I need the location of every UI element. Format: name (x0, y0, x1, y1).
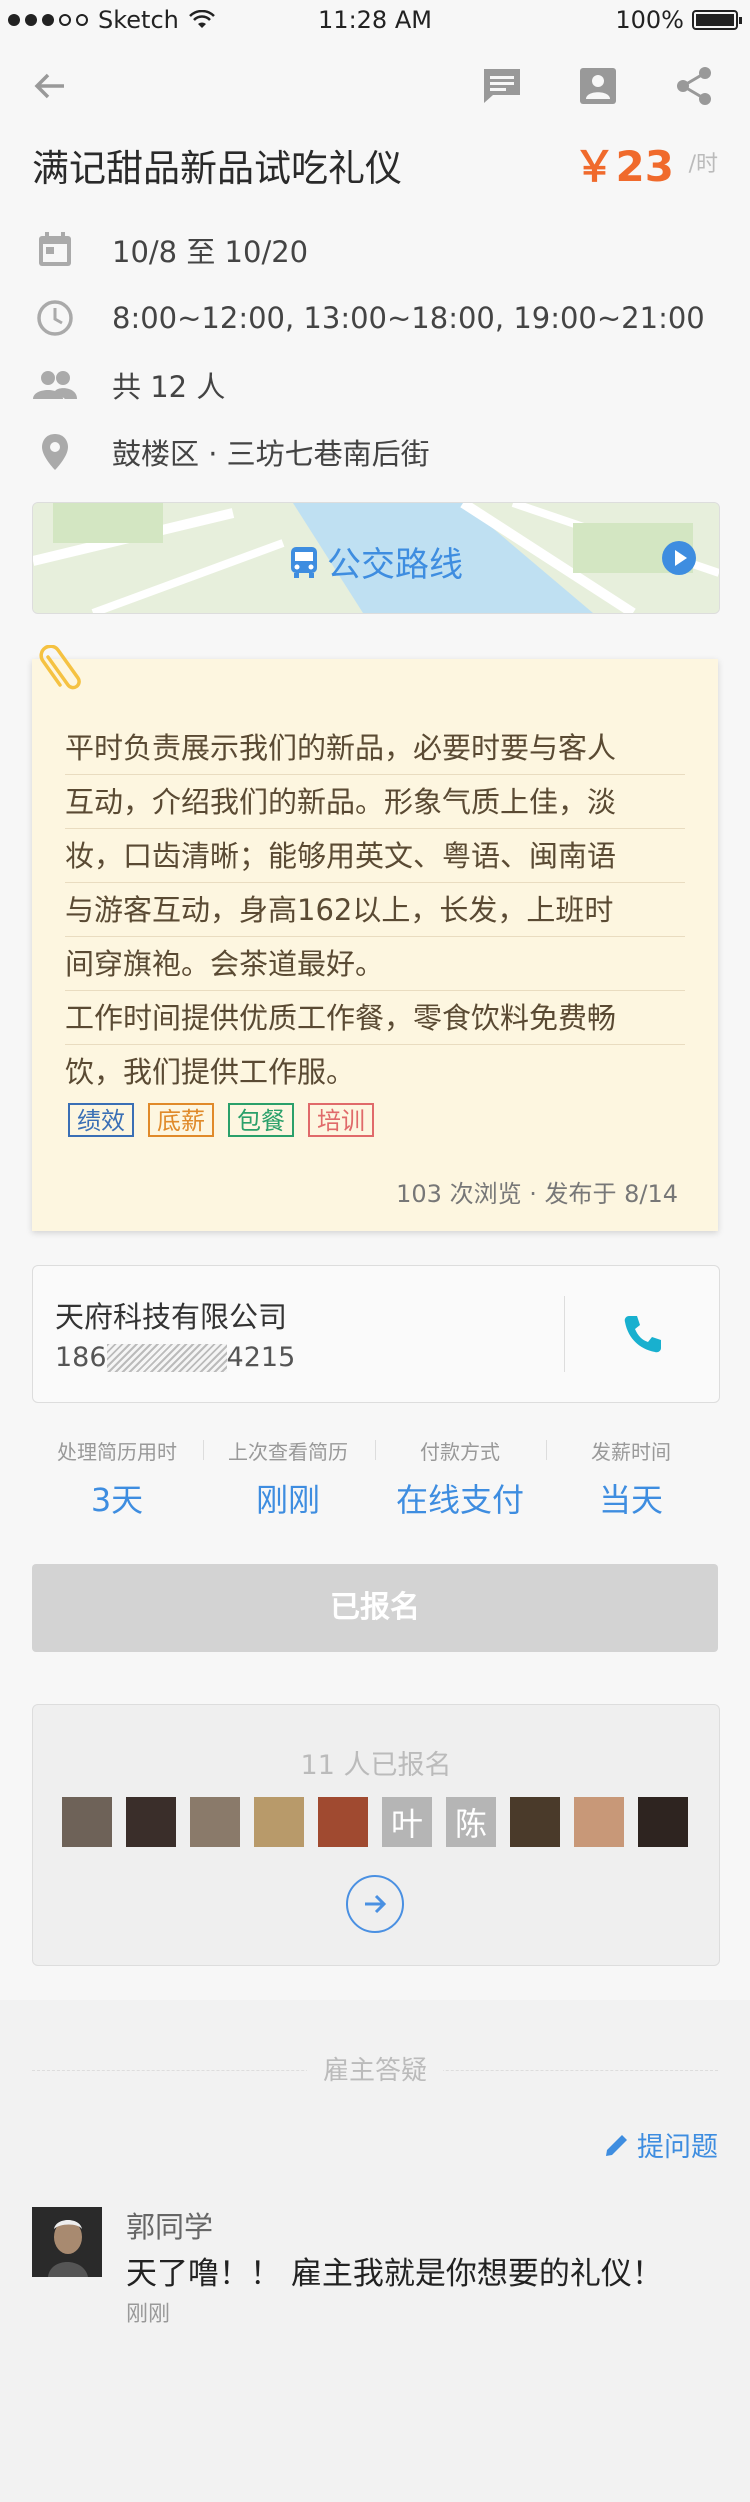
avatar[interactable] (254, 1797, 304, 1847)
back-icon[interactable] (22, 58, 78, 114)
people-icon (32, 362, 78, 408)
phone-suffix: 4215 (226, 1342, 296, 1373)
date-row: 10/8 至 10/20 (32, 226, 308, 274)
applicant-count: 11 人已报名 (300, 1750, 452, 1781)
stat-value: 3天 (90, 1481, 144, 1519)
tag: 底薪 (148, 1103, 214, 1137)
applied-button[interactable]: 已报名 (32, 1564, 718, 1652)
description-line: 间穿旗袍。会茶道最好。 (65, 937, 685, 991)
status-right: 100% (615, 6, 742, 34)
location-row: 鼓楼区 · 三坊七巷南后街 (32, 428, 430, 476)
date-range: 10/8 至 10/20 (112, 235, 309, 269)
stat-label: 处理简历用时 (57, 1440, 177, 1464)
qa-title-text: 雇主答疑 (306, 2056, 443, 2086)
ask-question-label: 提问题 (637, 2132, 718, 2163)
avatar[interactable] (318, 1797, 368, 1847)
company-card: 天府科技有限公司 186 4215 (32, 1265, 720, 1403)
description-line: 工作时间提供优质工作餐，零食饮料免费畅 (65, 991, 685, 1045)
avatar[interactable]: 陈 (446, 1797, 496, 1847)
stat-value: 在线支付 (395, 1481, 524, 1519)
headcount: 共 12 人 (112, 370, 226, 404)
play-icon[interactable] (661, 540, 697, 580)
job-price: ￥23 (573, 142, 674, 191)
avatar[interactable] (638, 1797, 688, 1847)
applicant-avatars: 叶 陈 (62, 1797, 688, 1847)
bus-icon (291, 546, 317, 578)
stat-label: 付款方式 (420, 1440, 500, 1464)
description-line: 饮，我们提供工作服。 (65, 1055, 356, 1089)
qa-section-title: 雇主答疑 (0, 2050, 750, 2087)
tag: 培训 (308, 1103, 374, 1137)
job-description-card: 平时负责展示我们的新品，必要时要与客人 互动，介绍我们的新品。形象气质上佳，淡 … (32, 644, 718, 1231)
description-line: 平时负责展示我们的新品，必要时要与客人 (65, 721, 685, 775)
map-preview[interactable]: 公交路线 (32, 502, 720, 614)
avatar[interactable]: 叶 (382, 1797, 432, 1847)
clock-icon (32, 295, 78, 341)
phone-mask (106, 1343, 227, 1372)
calendar-icon (32, 227, 78, 273)
divider (564, 1296, 565, 1372)
avatar[interactable] (126, 1797, 176, 1847)
nav-bar (0, 50, 750, 120)
battery-percent: 100% (615, 6, 684, 34)
applicants-card: 11 人已报名 叶 陈 (32, 1704, 720, 1966)
description-text: 平时负责展示我们的新品，必要时要与客人 互动，介绍我们的新品。形象气质上佳，淡 … (65, 721, 685, 1099)
location-pin-icon (32, 429, 78, 475)
location: 鼓楼区 · 三坊七巷南后街 (112, 437, 430, 471)
avatar[interactable] (62, 1797, 112, 1847)
hours-row: 8:00~12:00, 13:00~18:00, 19:00~21:00 (32, 294, 705, 342)
status-bar: Sketch 11:28 AM 100% (0, 0, 750, 44)
stat-item: 上次查看简历 刚刚 (203, 1436, 373, 1521)
description-line: 与游客互动，身高162以上，长发，上班时 (65, 883, 685, 937)
avatar (32, 2207, 102, 2277)
description-line: 妆，口齿清晰；能够用英文、粤语、闽南语 (65, 829, 685, 883)
paperclip-icon (38, 644, 82, 699)
share-icon[interactable] (666, 58, 722, 114)
tag-list: 绩效 底薪 包餐 培训 (68, 1103, 374, 1137)
bus-route-label: 公交路线 (327, 545, 463, 585)
company-phone: 186 4215 (55, 1342, 295, 1373)
bus-route-link[interactable]: 公交路线 (33, 537, 719, 586)
headcount-row: 共 12 人 (32, 361, 225, 409)
stat-item: 付款方式 在线支付 (375, 1436, 545, 1521)
tag: 包餐 (228, 1103, 294, 1137)
stat-value: 当天 (598, 1481, 663, 1519)
price-unit: /时 (688, 152, 718, 177)
view-more-applicants-button[interactable] (346, 1875, 404, 1933)
tag: 绩效 (68, 1103, 134, 1137)
phone-prefix: 186 (55, 1342, 107, 1373)
arrow-right-icon (365, 1894, 387, 1914)
description-line: 互动，介绍我们的新品。形象气质上佳，淡 (65, 775, 685, 829)
ask-question-button[interactable]: 提问题 (603, 2125, 718, 2164)
job-title: 满记甜品新品试吃礼仪 (32, 147, 402, 190)
view-count-and-date: 103 次浏览 · 发布于 8/14 (396, 1180, 678, 1208)
qa-author: 郭同学 (126, 2210, 214, 2244)
stat-value: 刚刚 (255, 1481, 320, 1519)
stat-item: 处理简历用时 3天 (32, 1436, 202, 1521)
stat-item: 发薪时间 当天 (546, 1436, 716, 1521)
stat-label: 发薪时间 (591, 1440, 671, 1464)
avatar[interactable] (510, 1797, 560, 1847)
employer-stats: 处理简历用时 3天 上次查看简历 刚刚 付款方式 在线支付 发薪时间 当天 (32, 1436, 718, 1519)
avatar[interactable] (190, 1797, 240, 1847)
avatar[interactable] (574, 1797, 624, 1847)
stat-label: 上次查看简历 (228, 1440, 348, 1464)
call-button[interactable] (613, 1304, 673, 1364)
qa-time: 刚刚 (126, 2302, 171, 2327)
battery-icon (692, 10, 742, 30)
pencil-icon (606, 2134, 627, 2156)
message-icon[interactable] (474, 58, 530, 114)
company-name: 天府科技有限公司 (55, 1300, 288, 1334)
work-hours: 8:00~12:00, 13:00~18:00, 19:00~21:00 (112, 301, 705, 335)
qa-text: 天了噜！！ 雇主我就是你想要的礼仪！ (126, 2256, 663, 2292)
contact-icon[interactable] (570, 58, 626, 114)
phone-icon (624, 1316, 661, 1353)
